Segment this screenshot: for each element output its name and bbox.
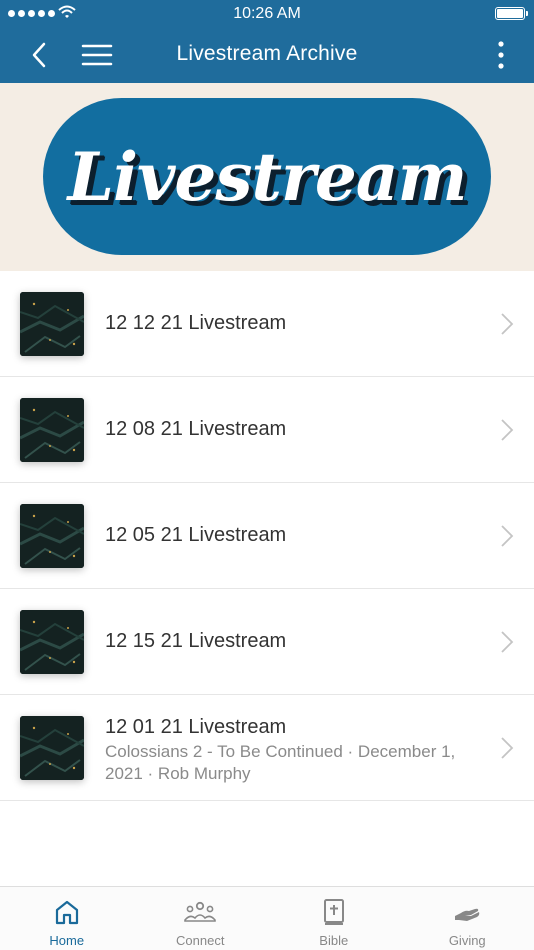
livestream-list: 12 12 21 Livestream 12 08 21 Livestream [0, 271, 534, 801]
chevron-right-icon [501, 525, 514, 547]
nav-bar: Livestream Archive [0, 28, 534, 83]
chevron-right-icon [501, 737, 514, 759]
home-icon [55, 900, 78, 925]
list-item[interactable]: 12 15 21 Livestream [0, 589, 534, 695]
tab-giving[interactable]: Giving [401, 887, 534, 950]
list-item-title: 12 12 21 Livestream [105, 312, 287, 334]
tab-home[interactable]: Home [0, 887, 134, 950]
video-thumbnail [20, 716, 84, 780]
tab-label: Connect [176, 933, 225, 948]
battery-icon [495, 7, 528, 20]
list-item-subtitle: Colossians 2 - To Be Continued · Decembe… [105, 742, 456, 783]
banner-logo: Livestream [43, 98, 491, 255]
people-icon [184, 901, 217, 922]
video-thumbnail [20, 398, 84, 462]
list-item[interactable]: 12 05 21 Livestream [0, 483, 534, 589]
list-item-title: 12 01 21 Livestream [105, 716, 287, 738]
list-item-title: 12 05 21 Livestream [105, 524, 287, 546]
list-item-title: 12 08 21 Livestream [105, 418, 287, 440]
chevron-right-icon [501, 419, 514, 441]
video-thumbnail [20, 610, 84, 674]
banner-logo-text: Livestream [67, 137, 468, 216]
page-title: Livestream Archive [176, 42, 358, 65]
tab-label: Bible [319, 933, 349, 948]
status-bar: 10:26 AM [0, 0, 534, 28]
bible-icon [323, 899, 344, 925]
giving-hand-icon [455, 908, 480, 921]
tab-bar: Home Connect Bible Giving [0, 886, 534, 950]
tab-label: Home [49, 933, 85, 948]
chevron-right-icon [501, 313, 514, 335]
status-time: 10:26 AM [233, 5, 301, 22]
tab-bible[interactable]: Bible [267, 887, 401, 950]
more-options-icon[interactable] [496, 40, 506, 70]
list-item[interactable]: 12 08 21 Livestream [0, 377, 534, 483]
livestream-banner: Livestream [0, 83, 534, 271]
video-thumbnail [20, 292, 84, 356]
list-item[interactable]: 12 01 21 Livestream Colossians 2 - To Be… [0, 695, 534, 801]
app-header: 10:26 AM Livestream Archive [0, 0, 534, 83]
list-item-title: 12 15 21 Livestream [105, 630, 287, 652]
video-thumbnail [20, 504, 84, 568]
list-item[interactable]: 12 12 21 Livestream [0, 271, 534, 377]
chevron-right-icon [501, 631, 514, 653]
tab-connect[interactable]: Connect [134, 887, 268, 950]
tab-label: Giving [448, 933, 486, 948]
